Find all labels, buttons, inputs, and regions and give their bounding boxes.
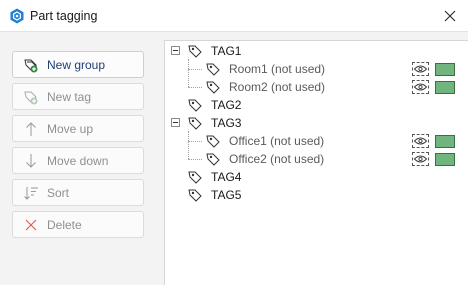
title-bar: Part tagging (0, 0, 468, 32)
new-tag-label: New tag (47, 90, 92, 104)
delete-button[interactable]: Delete (12, 211, 144, 238)
move-up-button[interactable]: Move up (12, 115, 144, 142)
visibility-toggle[interactable] (412, 152, 429, 166)
tree-item-label: Office2 (not used) (229, 152, 325, 166)
new-group-button[interactable]: New group (12, 51, 144, 78)
tag-icon (188, 117, 202, 130)
eye-icon (413, 83, 428, 91)
tag-tree[interactable]: TAG1 Room1 (not used) Room2 (not used) T… (164, 40, 468, 285)
tag-icon (206, 135, 220, 148)
visibility-toggle[interactable] (412, 62, 429, 76)
move-down-label: Move down (47, 154, 109, 168)
toolbar-panel: New group New tag Move up Move down Sort… (0, 32, 157, 285)
tree-item-label: TAG1 (211, 44, 242, 58)
visibility-toggle[interactable] (412, 134, 429, 148)
sort-icon (24, 187, 38, 200)
tag-icon (188, 171, 202, 184)
tree-item-label: TAG4 (211, 170, 242, 184)
collapse-icon[interactable] (171, 118, 180, 127)
tree-item-office1[interactable]: Office1 (not used) (165, 132, 465, 150)
tree-item-label: TAG2 (211, 98, 242, 112)
tag-icon (206, 153, 220, 166)
tree-item-label: Room2 (not used) (229, 80, 326, 94)
color-swatch[interactable] (435, 135, 455, 148)
eye-icon (413, 65, 428, 73)
collapse-icon[interactable] (171, 46, 180, 55)
tag-icon (206, 81, 220, 94)
tag-icon (188, 189, 202, 202)
hexagon-icon (10, 8, 24, 24)
tree-item-tag4[interactable]: TAG4 (165, 168, 465, 186)
color-swatch[interactable] (435, 81, 455, 94)
eye-icon (413, 155, 428, 163)
tree-item-label: Office1 (not used) (229, 134, 325, 148)
new-tag-button[interactable]: New tag (12, 83, 144, 110)
arrow-up-icon (26, 122, 36, 136)
tree-item-tag1[interactable]: TAG1 (165, 42, 465, 60)
tree-item-room1[interactable]: Room1 (not used) (165, 60, 465, 78)
tree-item-label: Room1 (not used) (229, 62, 326, 76)
tree-item-label: TAG5 (211, 188, 242, 202)
tag-icon (206, 63, 220, 76)
color-swatch[interactable] (435, 153, 455, 166)
move-down-button[interactable]: Move down (12, 147, 144, 174)
tree-item-tag5[interactable]: TAG5 (165, 186, 465, 204)
tag-icon (188, 99, 202, 112)
new-group-icon (24, 59, 38, 73)
tree-item-label: TAG3 (211, 116, 242, 130)
sort-button[interactable]: Sort (12, 179, 144, 206)
visibility-toggle[interactable] (412, 80, 429, 94)
close-icon[interactable] (440, 6, 460, 26)
window-title: Part tagging (30, 9, 98, 23)
new-tag-icon (24, 91, 38, 105)
delete-label: Delete (47, 218, 82, 232)
sort-label: Sort (47, 186, 70, 200)
tag-icon (188, 45, 202, 58)
new-group-label: New group (47, 58, 106, 72)
delete-icon (25, 219, 37, 231)
eye-icon (413, 137, 428, 145)
tree-item-room2[interactable]: Room2 (not used) (165, 78, 465, 96)
tree-item-tag3[interactable]: TAG3 (165, 114, 465, 132)
color-swatch[interactable] (435, 63, 455, 76)
tree-item-office2[interactable]: Office2 (not used) (165, 150, 465, 168)
move-up-label: Move up (47, 122, 94, 136)
arrow-down-icon (26, 154, 36, 168)
tree-item-tag2[interactable]: TAG2 (165, 96, 465, 114)
